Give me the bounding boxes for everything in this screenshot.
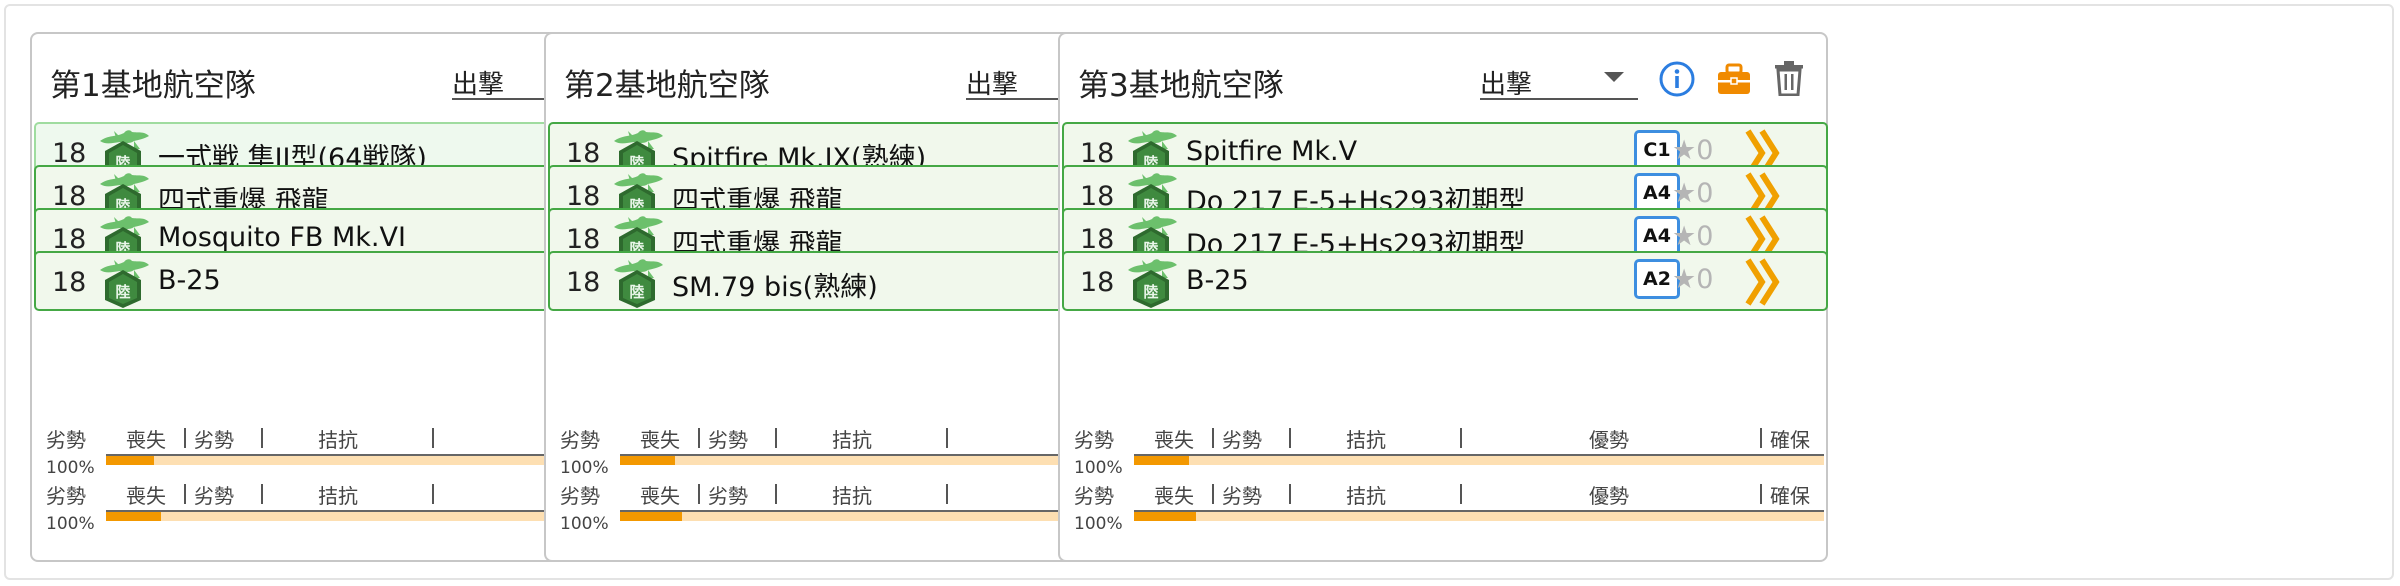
air-state-gauge: 劣勢 喪失 劣勢 拮抗 優勢 確保 100%	[1074, 424, 1824, 480]
plane-name[interactable]: Mosquito FB Mk.VI	[158, 222, 406, 253]
gauge-label-parity: 拮抗	[1346, 484, 1386, 508]
gauge-track	[1134, 512, 1824, 521]
gauge-divider	[432, 484, 434, 504]
plane-name[interactable]: SM.79 bis(熟練)	[672, 265, 878, 304]
gauge-divider	[1460, 428, 1462, 448]
gauge-divider	[261, 484, 263, 504]
corps-title: 第1基地航空隊	[50, 68, 256, 104]
plane-name[interactable]: B-25	[1186, 265, 1249, 296]
gauge-divider	[1289, 428, 1291, 448]
gauge-label-supremacy: 確保	[1770, 428, 1810, 452]
gauge-fill	[106, 456, 155, 465]
land-based-plane-icon: 陸	[614, 259, 663, 308]
gauge-label-left: 劣勢	[46, 484, 86, 508]
land-based-plane-icon: 陸	[100, 259, 149, 308]
air-state-gauge: 劣勢 喪失 劣勢 拮抗 優勢 確保 100%	[1074, 480, 1824, 536]
gauge-label-supremacy: 確保	[1770, 484, 1810, 508]
gauge-divider	[432, 428, 434, 448]
gauge-divider	[698, 428, 700, 448]
mode-value: 出撃	[966, 70, 1019, 100]
slot-count[interactable]: 18	[566, 267, 600, 298]
gauge-label-left: 劣勢	[560, 484, 600, 508]
svg-text:陸: 陸	[629, 283, 644, 301]
gauge-divider	[184, 484, 186, 504]
gauge-label-inferior: 劣勢	[194, 484, 234, 508]
briefcase-icon[interactable]	[1716, 62, 1752, 96]
gauge-label-lost: 喪失	[640, 484, 680, 508]
mode-value: 出撃	[1480, 70, 1533, 100]
improvement-star[interactable]: ★0	[1672, 178, 1713, 209]
gauge-percent: 100%	[46, 458, 95, 478]
gauge-divider	[698, 484, 700, 504]
gauge-divider	[184, 428, 186, 448]
gauge-label-left: 劣勢	[1074, 484, 1114, 508]
gauge-divider	[261, 428, 263, 448]
gauge-percent: 100%	[46, 514, 95, 534]
gauge-fill	[1134, 456, 1190, 465]
gauge-label-inferior: 劣勢	[1222, 428, 1262, 452]
gauge-label-left: 劣勢	[560, 428, 600, 452]
gauge-divider	[1212, 484, 1214, 504]
corps-title: 第3基地航空隊	[1078, 68, 1284, 104]
info-icon[interactable]	[1658, 60, 1696, 98]
gauge-divider	[1760, 428, 1762, 448]
mode-value: 出撃	[452, 70, 505, 100]
improvement-star[interactable]: ★0	[1672, 135, 1713, 166]
corps-title: 第2基地航空隊	[564, 68, 770, 104]
gauge-fill	[1134, 512, 1197, 521]
gauge-label-parity: 拮抗	[832, 484, 872, 508]
gauge-label-lost: 喪失	[1154, 428, 1194, 452]
gauge-fill	[620, 512, 683, 521]
mode-select[interactable]: 出撃	[1480, 58, 1638, 100]
trash-icon[interactable]	[1774, 60, 1804, 96]
gauge-track	[1134, 456, 1824, 465]
air-corps-card-3: 第3基地航空隊 出撃 制空: 136 ( 76 | 20 | 20 | 20 )	[1058, 32, 1828, 562]
gauge-label-left: 劣勢	[1074, 428, 1114, 452]
gauge-label-parity: 拮抗	[1346, 428, 1386, 452]
chevron-double-icon[interactable]	[1744, 257, 1784, 307]
gauge-label-lost: 喪失	[1154, 484, 1194, 508]
slot-count[interactable]: 18	[1080, 267, 1114, 298]
plane-name[interactable]: Spitfire Mk.V	[1186, 136, 1357, 167]
gauge-fill	[106, 512, 162, 521]
gauge-divider	[1760, 484, 1762, 504]
gauge-percent: 100%	[1074, 514, 1123, 534]
gauge-label-parity: 拮抗	[318, 428, 358, 452]
gauge-divider	[946, 484, 948, 504]
svg-text:陸: 陸	[115, 283, 130, 301]
gauge-fill	[620, 456, 676, 465]
gauge-label-inferior: 劣勢	[708, 484, 748, 508]
gauge-label-lost: 喪失	[126, 484, 166, 508]
gauge-divider	[1289, 484, 1291, 504]
gauge-label-lost: 喪失	[640, 428, 680, 452]
gauge-divider	[775, 428, 777, 448]
gauge-percent: 100%	[560, 458, 609, 478]
gauge-label-lost: 喪失	[126, 428, 166, 452]
gauge-divider	[1212, 428, 1214, 448]
chevron-down-icon	[1604, 72, 1624, 82]
plane-slot[interactable]: 18 陸 B-25 A2 ★0	[1062, 251, 1828, 311]
gauge-label-superiority: 優勢	[1589, 484, 1629, 508]
gauge-label-inferior: 劣勢	[708, 428, 748, 452]
gauge-label-inferior: 劣勢	[1222, 484, 1262, 508]
gauge-label-inferior: 劣勢	[194, 428, 234, 452]
gauge-label-superiority: 優勢	[1589, 428, 1629, 452]
gauge-divider	[946, 428, 948, 448]
gauge-divider	[1460, 484, 1462, 504]
gauge-label-parity: 拮抗	[832, 428, 872, 452]
plane-name[interactable]: B-25	[158, 265, 221, 296]
slot-count[interactable]: 18	[52, 267, 86, 298]
improvement-star[interactable]: ★0	[1672, 264, 1713, 295]
air-base-panel: 第1基地航空隊 出撃 制空: 179 ( 103 | 29 | 24 | 23	[4, 4, 2394, 580]
gauge-divider	[775, 484, 777, 504]
gauge-label-parity: 拮抗	[318, 484, 358, 508]
land-based-plane-icon: 陸	[1128, 259, 1177, 308]
gauge-percent: 100%	[1074, 458, 1123, 478]
improvement-star[interactable]: ★0	[1672, 221, 1713, 252]
gauge-percent: 100%	[560, 514, 609, 534]
gauge-label-left: 劣勢	[46, 428, 86, 452]
svg-text:陸: 陸	[1143, 283, 1158, 301]
